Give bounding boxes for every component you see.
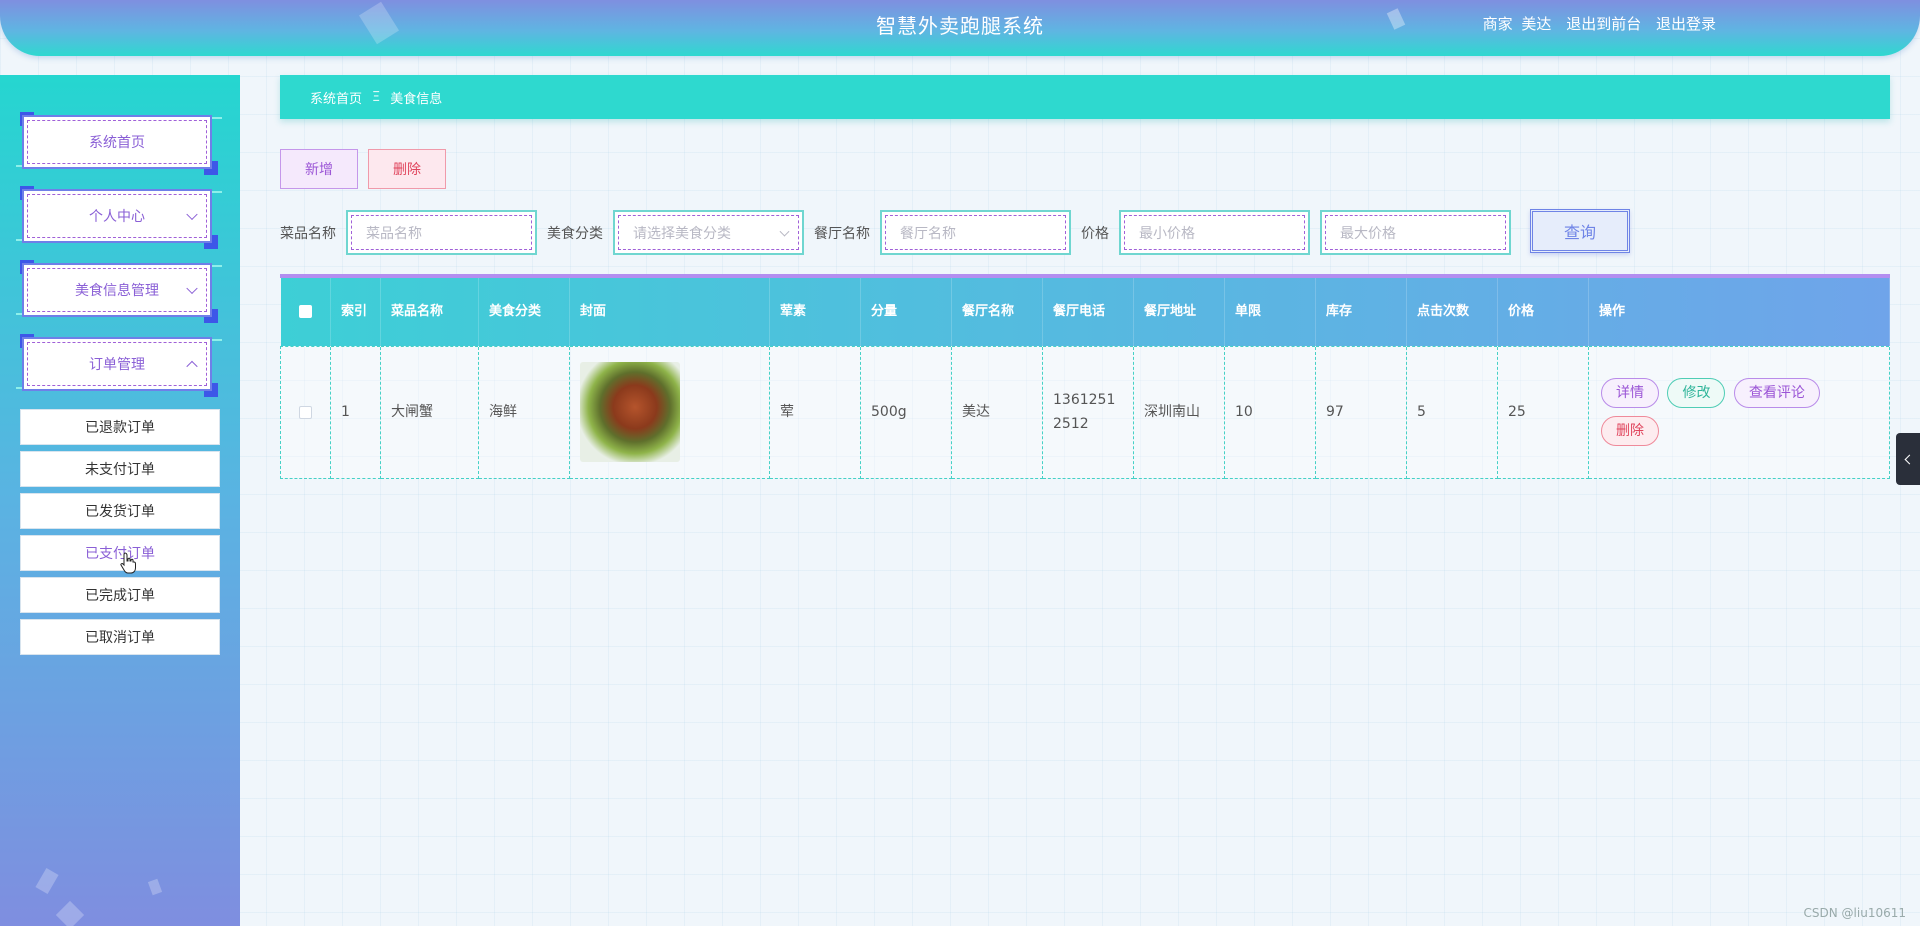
menu-frame: 美食信息管理 — [22, 263, 212, 317]
cell-meat: 荤 — [769, 345, 861, 479]
max-price-placeholder: 最大价格 — [1325, 215, 1506, 250]
menu-label: 美食信息管理 — [75, 283, 159, 299]
sidebar-item-order-management[interactable]: 订单管理 — [16, 334, 222, 397]
chevron-down-icon — [186, 282, 198, 295]
row-checkbox[interactable] — [299, 405, 312, 419]
add-button[interactable]: 新增 — [280, 149, 358, 189]
header-index: 索引 — [330, 278, 381, 346]
filter-name-label: 菜品名称 — [280, 226, 336, 242]
cell-address: 深圳南山 — [1133, 345, 1225, 479]
edit-button[interactable]: 修改 — [1667, 378, 1726, 408]
cell-portion: 500g — [860, 345, 952, 479]
restaurant-name-input[interactable]: 餐厅名称 — [880, 210, 1071, 255]
breadcrumb-separator-icon: Ξ — [372, 89, 381, 105]
breadcrumb-home[interactable]: 系统首页 — [310, 88, 362, 107]
dish-name-input[interactable]: 菜品名称 — [346, 210, 537, 255]
min-price-placeholder: 最小价格 — [1124, 215, 1305, 250]
sidebar-item-personal-center[interactable]: 个人中心 — [16, 186, 222, 249]
header-restaurant: 餐厅名称 — [951, 278, 1043, 346]
filter-category-label: 美食分类 — [547, 226, 603, 242]
select-all-checkbox[interactable] — [298, 304, 312, 318]
chevron-down-icon — [779, 226, 790, 237]
detail-button[interactable]: 详情 — [1601, 378, 1659, 408]
food-table: 索引 菜品名称 美食分类 封面 荤素 分量 餐厅名称 餐厅电话 餐厅地址 单限 … — [280, 274, 1890, 479]
table-row: 1 大闸蟹 海鲜 荤 500g 美达 13612512512 深圳南山 10 9… — [280, 345, 1890, 479]
delete-button[interactable]: 删除 — [368, 149, 446, 189]
category-select-inner: 请选择美食分类 — [618, 215, 799, 250]
cell-phone: 13612512512 — [1042, 345, 1134, 479]
sidebar-item-home[interactable]: 系统首页 — [16, 112, 222, 175]
chevron-left-icon — [1904, 454, 1915, 464]
sidebar-decoration — [147, 878, 163, 896]
submenu-shipped-orders[interactable]: 已发货订单 — [20, 493, 220, 529]
username: 美达 — [1521, 15, 1552, 33]
header-price: 价格 — [1497, 278, 1589, 346]
menu-label: 个人中心 — [89, 209, 145, 225]
cell-limit: 10 — [1224, 345, 1316, 479]
header-user-area: 商家 美达 退出到前台 退出登录 — [1483, 13, 1716, 34]
cell-cover — [569, 345, 770, 479]
cell-name: 大闸蟹 — [380, 345, 479, 479]
cell-index: 1 — [330, 345, 381, 479]
header-limit: 单限 — [1224, 278, 1316, 346]
header-category: 美食分类 — [478, 278, 570, 346]
submenu-refunded-orders[interactable]: 已退款订单 — [20, 409, 220, 445]
menu-frame: 系统首页 — [22, 115, 212, 169]
header-actions: 操作 — [1588, 278, 1890, 346]
breadcrumb: 系统首页 Ξ 美食信息 — [280, 75, 1890, 119]
header-name: 菜品名称 — [380, 278, 479, 346]
food-cover-image[interactable] — [580, 362, 680, 462]
menu-frame: 订单管理 — [22, 337, 212, 391]
view-reviews-button[interactable]: 查看评论 — [1733, 378, 1820, 408]
cell-price: 25 — [1497, 345, 1589, 479]
menu-label-wrap: 美食信息管理 — [27, 268, 207, 312]
header-meat: 荤素 — [769, 278, 861, 346]
max-price-input[interactable]: 最大价格 — [1320, 210, 1511, 255]
header-address: 餐厅地址 — [1133, 278, 1225, 346]
user-role: 商家 — [1482, 15, 1513, 33]
min-price-input[interactable]: 最小价格 — [1119, 210, 1310, 255]
submenu-unpaid-orders[interactable]: 未支付订单 — [20, 451, 220, 487]
header-clicks: 点击次数 — [1406, 278, 1498, 346]
menu-label-wrap: 个人中心 — [27, 194, 207, 238]
sidebar-decoration — [35, 867, 59, 895]
row-delete-button[interactable]: 删除 — [1601, 416, 1659, 446]
query-button[interactable]: 查询 — [1530, 209, 1630, 253]
submenu-cancelled-orders[interactable]: 已取消订单 — [20, 619, 220, 655]
filter-price-label: 价格 — [1081, 226, 1109, 242]
dish-name-placeholder: 菜品名称 — [351, 215, 532, 250]
menu-label: 订单管理 — [89, 357, 145, 373]
table-header-row: 索引 菜品名称 美食分类 封面 荤素 分量 餐厅名称 餐厅电话 餐厅地址 单限 … — [280, 278, 1890, 346]
menu-label: 系统首页 — [27, 120, 207, 164]
chevron-down-icon — [186, 208, 198, 221]
chevron-up-icon — [186, 360, 198, 373]
header-stock: 库存 — [1315, 278, 1407, 346]
filter-restaurant-label: 餐厅名称 — [814, 226, 870, 242]
cell-restaurant: 美达 — [951, 345, 1043, 479]
cell-actions: 详情 修改 查看评论 删除 — [1588, 345, 1890, 479]
sidebar-decoration — [55, 900, 85, 926]
submenu-completed-orders[interactable]: 已完成订单 — [20, 577, 220, 613]
menu-frame: 个人中心 — [22, 189, 212, 243]
sidebar-item-food-management[interactable]: 美食信息管理 — [16, 260, 222, 323]
breadcrumb-current: 美食信息 — [390, 91, 443, 107]
hand-cursor-icon — [120, 552, 136, 574]
top-header: 智慧外卖跑腿系统 商家 美达 退出到前台 退出登录 — [0, 0, 1920, 56]
category-placeholder: 请选择美食分类 — [633, 225, 731, 242]
category-select[interactable]: 请选择美食分类 — [613, 210, 804, 255]
header-cover: 封面 — [569, 278, 770, 346]
restaurant-placeholder: 餐厅名称 — [885, 215, 1066, 250]
cell-clicks: 5 — [1406, 345, 1498, 479]
header-phone: 餐厅电话 — [1042, 278, 1134, 346]
front-link[interactable]: 退出到前台 — [1566, 15, 1641, 33]
collapse-panel-button[interactable] — [1896, 433, 1920, 485]
logout-link[interactable]: 退出登录 — [1656, 15, 1716, 33]
cell-stock: 97 — [1315, 345, 1407, 479]
cell-category: 海鲜 — [478, 345, 570, 479]
watermark: CSDN @liu10611 — [1803, 906, 1906, 920]
header-portion: 分量 — [860, 278, 952, 346]
menu-label-wrap: 订单管理 — [27, 342, 207, 386]
